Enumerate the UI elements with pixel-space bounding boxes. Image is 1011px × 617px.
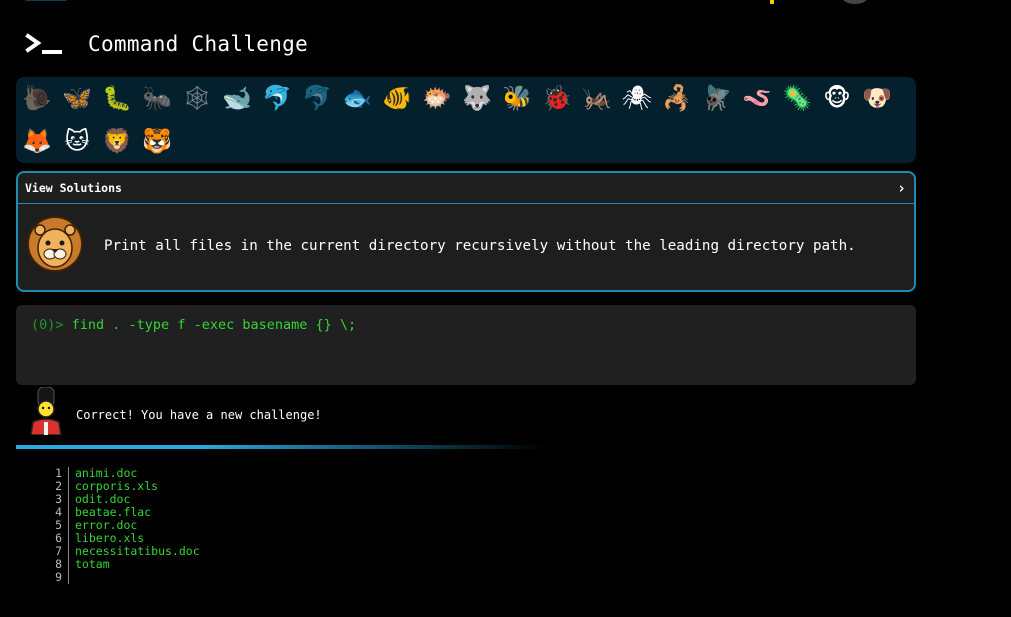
- output-listing: 1 animi.doc 2 corporis.xls 3 odit.doc 4 beatae.…: [40, 467, 200, 584]
- dog-icon[interactable]: 🐶: [860, 81, 894, 115]
- challenge-text: Print all files in the current directory…: [104, 238, 856, 254]
- worm-icon[interactable]: 🪱: [740, 81, 774, 115]
- challenge-body: Print all files in the current directory…: [18, 204, 914, 290]
- decoration: [770, 0, 774, 4]
- terminal-command: find . -type f -exec basename {} \;: [71, 317, 357, 333]
- fox-icon[interactable]: 🦊: [20, 124, 54, 158]
- dolphin-icon[interactable]: 🐬: [260, 81, 294, 115]
- output-text: totam: [75, 557, 110, 571]
- logo-arc: [25, 0, 67, 1]
- wolf-icon[interactable]: 🐺: [460, 81, 494, 115]
- tropical-fish-icon[interactable]: 🐠: [380, 81, 414, 115]
- terminal-prompt: (0)>: [31, 317, 64, 333]
- snail-icon[interactable]: 🐌: [20, 81, 54, 115]
- bee-icon[interactable]: 🐝: [500, 81, 534, 115]
- whale-icon[interactable]: 🐋: [220, 81, 254, 115]
- header: Command Challenge: [0, 0, 1011, 75]
- progress-bar: [16, 445, 546, 449]
- terminal-prompt-icon[interactable]: [24, 30, 68, 58]
- terminal-line: (0)> find . -type f -exec basename {} \;: [31, 317, 356, 333]
- spider-web-icon[interactable]: 🕸: [180, 81, 214, 115]
- dolphin-2-icon[interactable]: 🐬: [300, 81, 334, 115]
- cricket-icon[interactable]: 🦗: [580, 81, 614, 115]
- view-solutions-toggle[interactable]: View Solutions ›: [18, 173, 914, 204]
- chevron-right-icon: ›: [896, 179, 906, 197]
- lion-icon[interactable]: 🦁: [100, 124, 134, 158]
- output-line: 9: [40, 571, 200, 584]
- tiger-icon[interactable]: 🐯: [140, 124, 174, 158]
- view-solutions-label: View Solutions: [25, 181, 122, 195]
- decoration: [842, 0, 868, 4]
- spider-icon[interactable]: 🕷: [620, 81, 654, 115]
- solutions-panel: View Solutions › Print all files in the …: [16, 171, 916, 292]
- microbe-icon[interactable]: 🦠: [780, 81, 814, 115]
- lady-beetle-icon[interactable]: 🐞: [540, 81, 574, 115]
- output-line: 8 totam: [40, 558, 200, 571]
- cat-icon[interactable]: 🐱: [60, 124, 94, 158]
- lion-face-icon: [27, 216, 83, 272]
- ant-icon[interactable]: 🐜: [140, 81, 174, 115]
- monkey-icon[interactable]: 🐵: [820, 81, 854, 115]
- app-title: Command Challenge: [88, 32, 309, 56]
- fish-icon[interactable]: 🐟: [340, 81, 374, 115]
- caterpillar-icon[interactable]: 🐛: [100, 81, 134, 115]
- animal-badges: 🐌 🦋 🐛 🐜 🕸 🐋 🐬 🐬 🐟 🐠 🐡 🐺 🐝 🐞 🦗 🕷 🦂 🪰 🪱 🦠 🐵 🐶🦊 🐱 🦁 🐯: [16, 77, 916, 163]
- butterfly-icon[interactable]: 🦋: [60, 81, 94, 115]
- terminal-input[interactable]: (0)> find . -type f -exec basename {} \;: [16, 305, 916, 385]
- scorpion-icon[interactable]: 🦂: [660, 81, 694, 115]
- fly-icon[interactable]: 🪰: [700, 81, 734, 115]
- line-number: 9: [40, 571, 69, 584]
- pufferfish-icon[interactable]: 🐡: [420, 81, 454, 115]
- feedback-message: Correct! You have a new challenge!: [76, 408, 322, 422]
- royal-guard-icon: [30, 387, 62, 435]
- output-line: 7 necessitatibus.doc: [40, 545, 200, 558]
